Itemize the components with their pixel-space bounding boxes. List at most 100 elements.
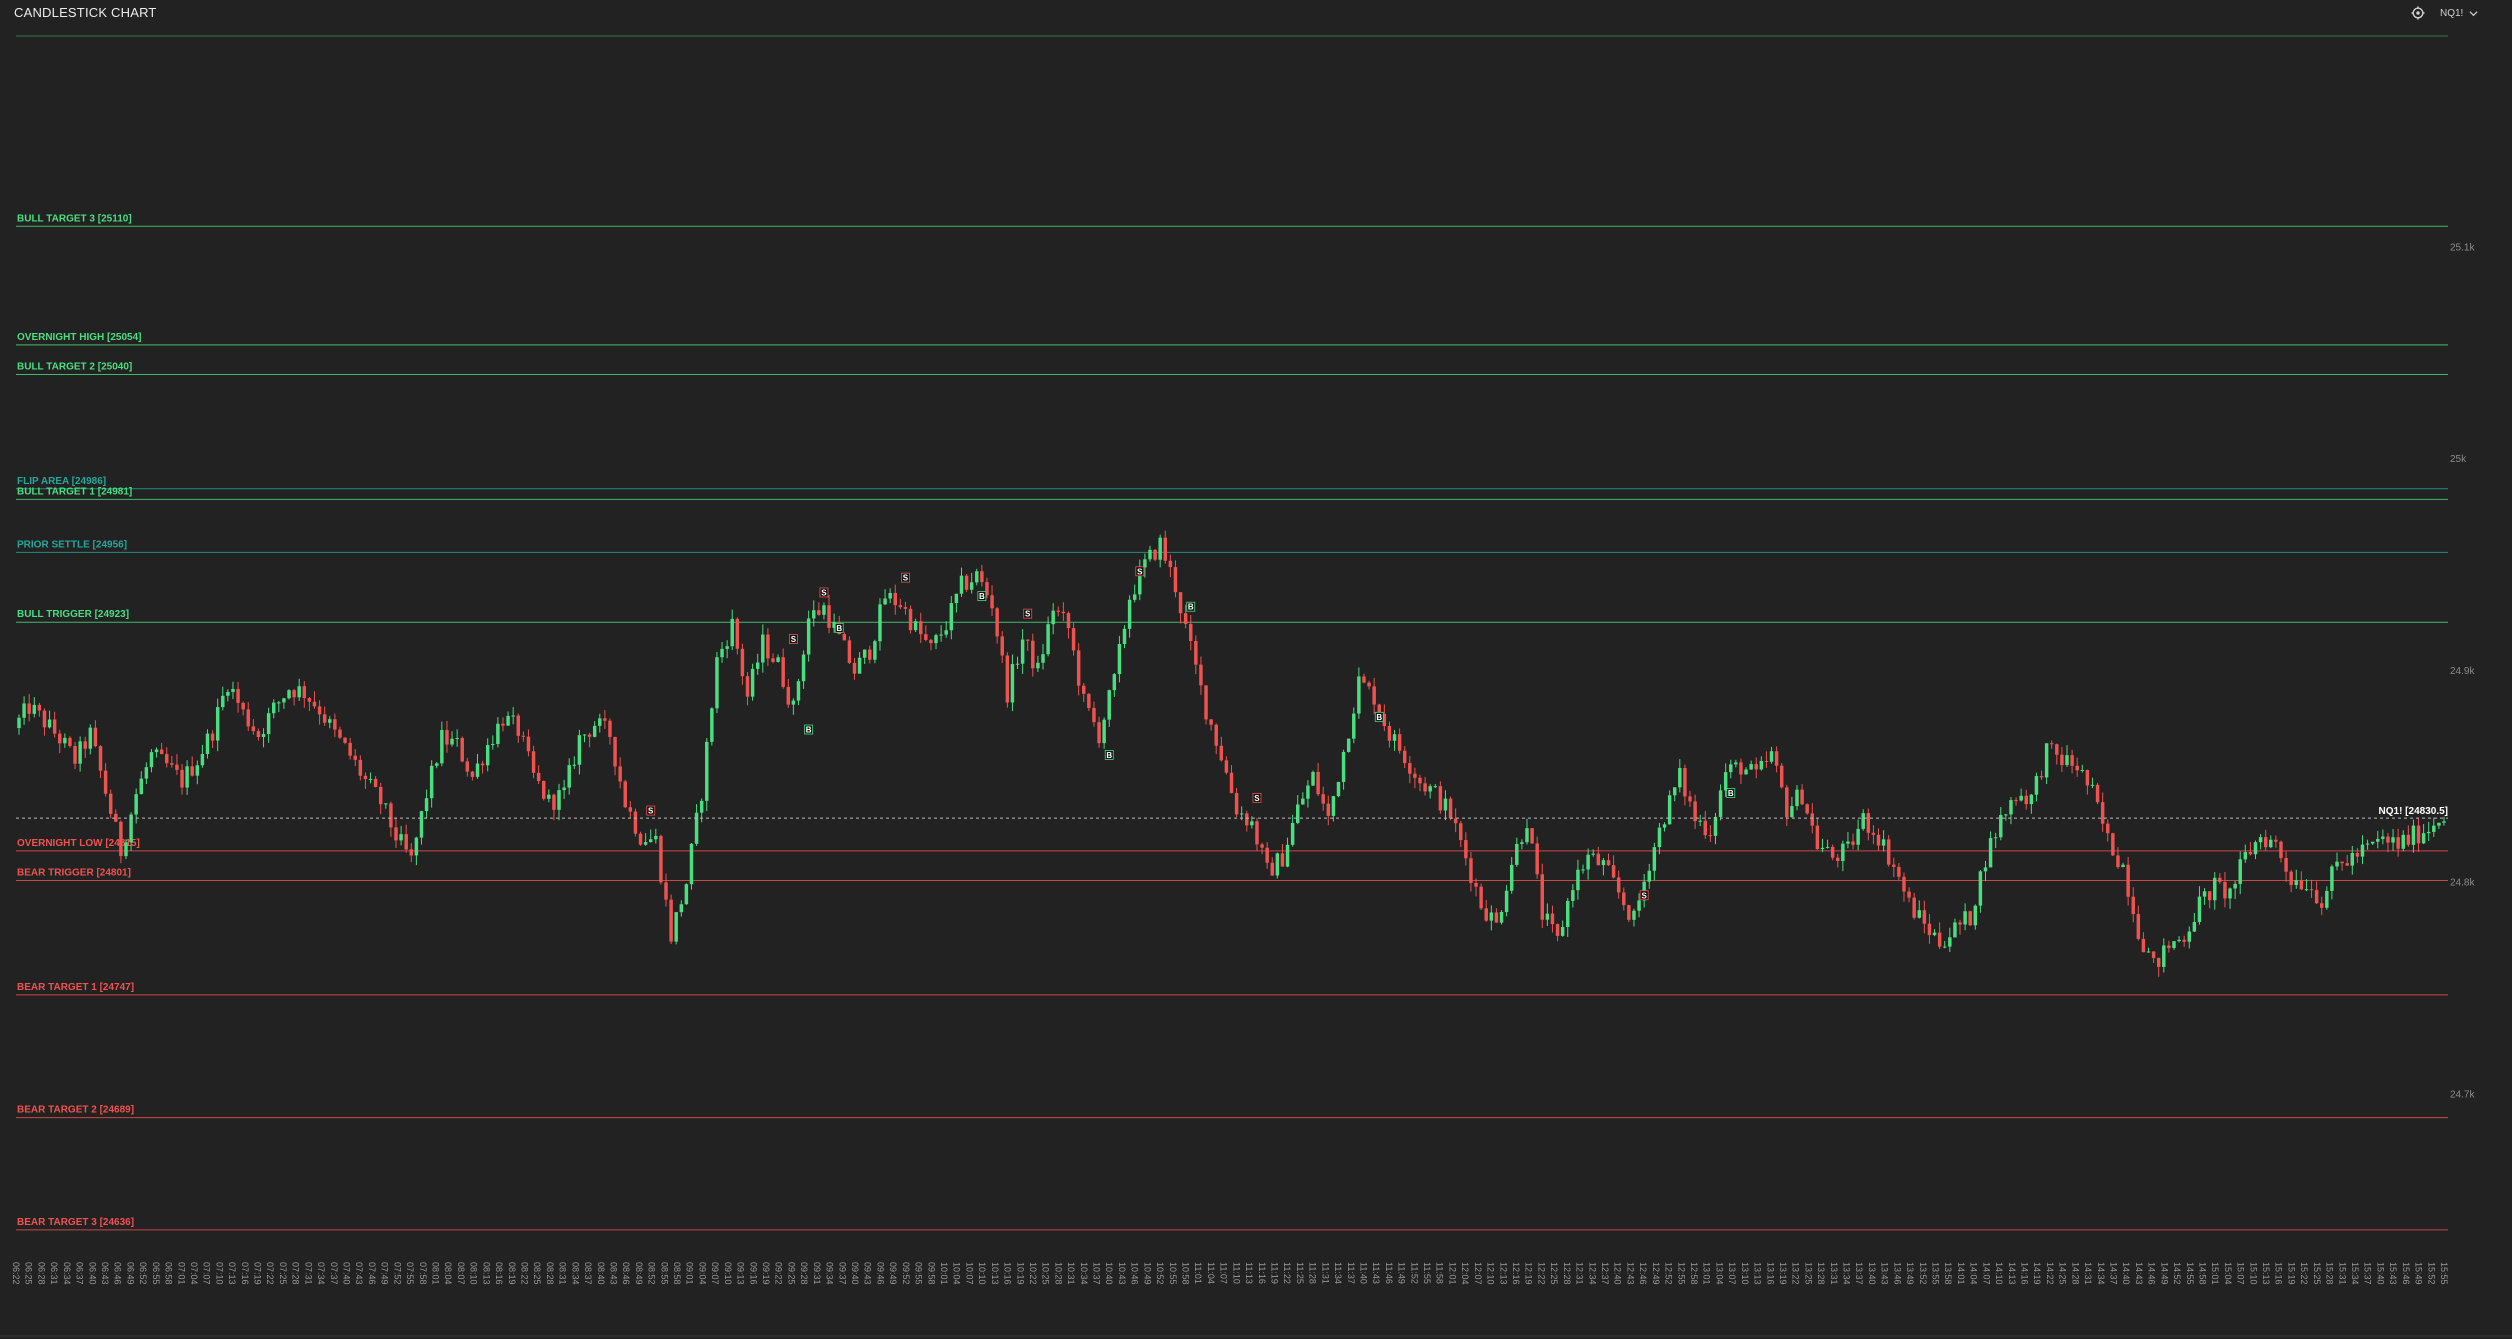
candle[interactable] — [511, 715, 515, 717]
candle[interactable] — [277, 702, 281, 704]
candle[interactable] — [1209, 719, 1213, 725]
candle[interactable] — [1234, 793, 1239, 815]
candle[interactable] — [659, 835, 663, 883]
candle[interactable] — [1158, 537, 1162, 560]
candle[interactable] — [1301, 798, 1305, 805]
candle[interactable] — [2121, 864, 2125, 868]
candle[interactable] — [1250, 821, 1254, 826]
candle[interactable] — [1295, 804, 1300, 823]
candle[interactable] — [1678, 768, 1682, 788]
candle[interactable] — [1754, 764, 1758, 770]
candle[interactable] — [470, 771, 475, 777]
candle[interactable] — [934, 635, 938, 644]
candle[interactable] — [1469, 858, 1473, 883]
candle[interactable] — [297, 686, 301, 698]
candle[interactable] — [226, 691, 230, 696]
candle[interactable] — [1601, 860, 1606, 866]
candle[interactable] — [852, 662, 857, 674]
candle[interactable] — [1963, 911, 1967, 925]
candle[interactable] — [1122, 628, 1127, 645]
candle[interactable] — [2376, 838, 2380, 842]
candle[interactable] — [2111, 833, 2115, 856]
candle[interactable] — [1046, 624, 1050, 655]
candle[interactable] — [485, 745, 490, 766]
candle[interactable] — [755, 662, 760, 669]
candle[interactable] — [1036, 662, 1040, 669]
candle[interactable] — [1917, 910, 1921, 918]
candle[interactable] — [1795, 789, 1799, 807]
candle[interactable] — [913, 621, 918, 631]
candle[interactable] — [1357, 676, 1361, 714]
candle[interactable] — [949, 603, 954, 631]
candle[interactable] — [246, 709, 250, 727]
candle[interactable] — [1769, 751, 1774, 762]
candle[interactable] — [1285, 844, 1290, 867]
candle[interactable] — [1255, 821, 1259, 845]
candle[interactable] — [2146, 951, 2151, 953]
candle[interactable] — [496, 723, 500, 744]
candle[interactable] — [1734, 762, 1738, 765]
candle[interactable] — [312, 701, 317, 707]
candle[interactable] — [302, 686, 307, 699]
candle[interactable] — [1993, 837, 1998, 839]
candle[interactable] — [817, 610, 821, 615]
candle[interactable] — [1800, 789, 1804, 805]
candle[interactable] — [1459, 823, 1463, 841]
candle[interactable] — [2263, 837, 2268, 848]
candle[interactable] — [2325, 890, 2329, 908]
candle[interactable] — [1851, 841, 1855, 845]
candle[interactable] — [221, 695, 225, 708]
candle[interactable] — [42, 710, 47, 728]
candle[interactable] — [506, 715, 510, 726]
candle[interactable] — [1713, 816, 1718, 836]
candle[interactable] — [78, 741, 82, 764]
candle[interactable] — [1698, 820, 1702, 822]
candle[interactable] — [1846, 841, 1850, 844]
candle[interactable] — [939, 634, 943, 636]
candle[interactable] — [628, 807, 633, 812]
candle[interactable] — [47, 719, 52, 728]
candle[interactable] — [445, 730, 449, 745]
candle[interactable] — [1932, 932, 1937, 936]
candle[interactable] — [37, 704, 42, 711]
candle[interactable] — [1948, 937, 1952, 947]
candle[interactable] — [1092, 707, 1096, 723]
candle[interactable] — [2156, 957, 2161, 967]
candle[interactable] — [577, 735, 582, 765]
candle[interactable] — [73, 746, 77, 764]
candle[interactable] — [1199, 664, 1203, 686]
candle[interactable] — [1352, 713, 1356, 739]
candle[interactable] — [1820, 847, 1825, 850]
candle[interactable] — [521, 735, 526, 737]
candle[interactable] — [643, 842, 648, 845]
candle[interactable] — [1566, 900, 1570, 927]
candle[interactable] — [2360, 844, 2365, 857]
candle[interactable] — [1189, 623, 1193, 641]
candle[interactable] — [1005, 655, 1010, 703]
candle[interactable] — [1591, 853, 1595, 855]
candle[interactable] — [857, 657, 862, 674]
candle[interactable] — [480, 763, 485, 766]
candle[interactable] — [2228, 888, 2232, 899]
candle[interactable] — [893, 592, 897, 606]
candle[interactable] — [964, 575, 969, 590]
candle[interactable] — [623, 781, 627, 808]
candle[interactable] — [353, 755, 357, 760]
candle[interactable] — [847, 640, 852, 663]
candle[interactable] — [1041, 654, 1045, 663]
candle[interactable] — [2253, 842, 2258, 855]
candle[interactable] — [1082, 685, 1086, 694]
candle[interactable] — [1097, 722, 1101, 744]
candle[interactable] — [1953, 922, 1957, 938]
candle[interactable] — [1280, 853, 1285, 867]
candle[interactable] — [2432, 825, 2436, 832]
candle[interactable] — [1530, 828, 1534, 844]
candle[interactable] — [2106, 823, 2110, 834]
candle[interactable] — [404, 834, 408, 850]
candle[interactable] — [2024, 795, 2028, 805]
candle[interactable] — [2070, 755, 2074, 766]
candle[interactable] — [1015, 663, 1020, 665]
candle[interactable] — [2381, 836, 2385, 839]
candle[interactable] — [2100, 802, 2105, 824]
candle[interactable] — [587, 734, 592, 737]
